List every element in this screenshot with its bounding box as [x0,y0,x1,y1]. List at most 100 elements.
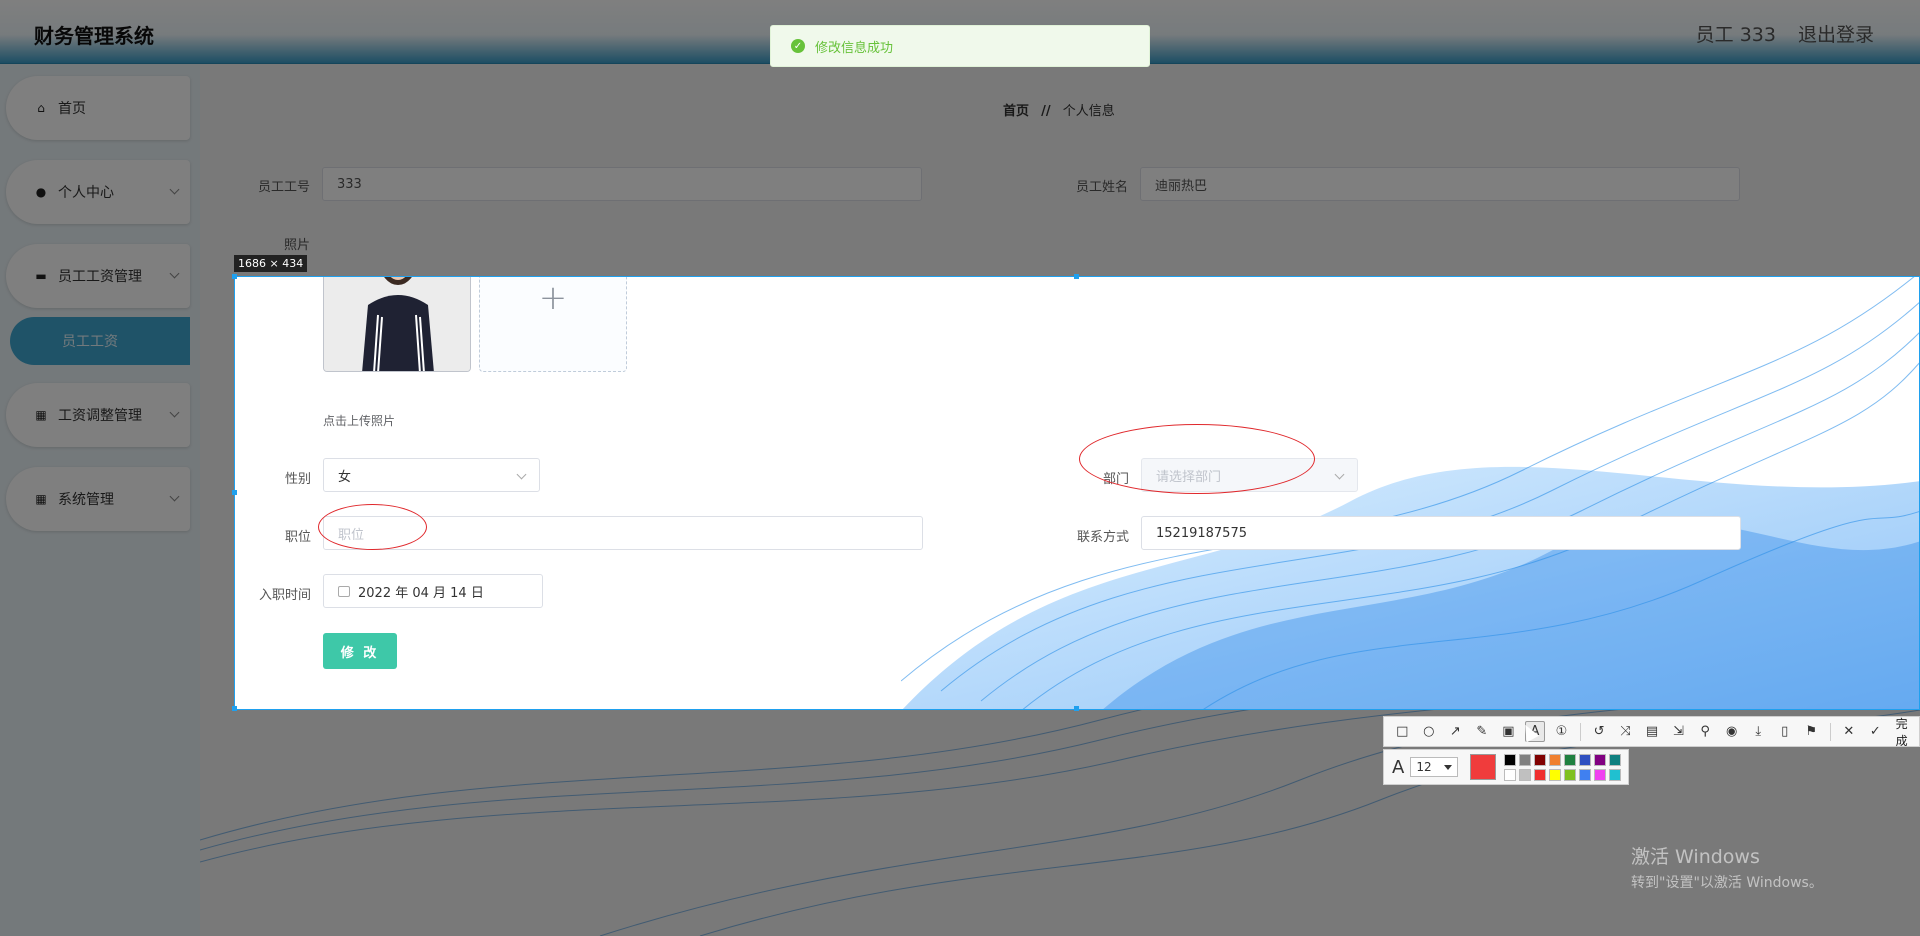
resize-handle-top[interactable] [1074,274,1079,279]
color-swatch[interactable] [1549,753,1562,766]
color-swatch[interactable] [1609,768,1622,781]
save-icon[interactable]: ⤓ [1748,721,1769,742]
chevron-down-icon [169,491,180,502]
sidebar-item-personal-center[interactable]: ● 个人中心 [6,160,190,224]
gender-select[interactable]: 女 [323,458,540,492]
employee-photo[interactable]: ✓ [323,277,471,372]
chevron-down-icon [516,469,527,480]
ellipse-tool-icon[interactable]: ○ [1419,721,1440,742]
watermark-title: 激活 Windows [1631,846,1760,868]
annotation-toolbar: □ ○ ↗ ✎ ▣ A ① ↺ ⤨ ▤ ⇲ ⚲ ◉ ⤓ ▯ ⚑ ✕ ✓ 完成 [1383,715,1920,749]
gender-value: 女 [338,469,352,485]
color-swatch[interactable] [1504,768,1517,781]
hire-date-value: 2022 年 04 月 14 日 [358,585,484,601]
modify-button[interactable]: 修 改 [323,633,397,669]
success-check-icon: ✓ [791,39,805,53]
done-button[interactable]: 完成 [1896,715,1919,749]
logout-link[interactable]: 退出登录 [1798,20,1874,47]
user-label: 员工 333 [1695,24,1776,46]
font-icon: A [1392,756,1405,778]
color-swatch[interactable] [1579,768,1592,781]
toast-message: 修改信息成功 [815,40,894,56]
current-color-swatch[interactable] [1470,754,1497,780]
chevron-down-icon [1334,469,1345,480]
resize-handle-bottom-left[interactable] [232,706,237,711]
photo-label: 照片 [283,238,310,253]
color-swatch[interactable] [1534,753,1547,766]
upload-hint: 点击上传照片 [323,414,396,428]
employee-no-input[interactable]: 333 [322,167,922,201]
watermark-subtitle: 转到"设置"以激活 Windows。 [1631,875,1823,891]
close-icon[interactable]: ✕ [1839,721,1860,742]
pin-icon[interactable]: ⚲ [1695,721,1716,742]
color-swatch[interactable] [1579,753,1592,766]
user-icon: ● [35,185,47,199]
success-toast: ✓ 修改信息成功 [770,25,1150,67]
toolbar-divider [1579,722,1581,741]
sidebar: ⌂ 首页 ● 个人中心 ▬ 员工工资管理 员工工资 ▦ 工资调整管理 ▦ 系统管… [0,64,200,936]
scroll-capture-icon[interactable]: ⇲ [1668,721,1689,742]
sidebar-item-salary-adjust[interactable]: ▦ 工资调整管理 [6,383,190,447]
selection-content: ✓ + 点击上传照片 性别 女 部门 请选择部门 职位 职位 联系方式 1521… [235,277,1919,709]
mosaic-tool-icon[interactable]: ▣ [1498,721,1519,742]
number-tool-icon[interactable]: ① [1551,721,1572,742]
app-title: 财务管理系统 [34,24,154,48]
sidebar-item-salary-management[interactable]: ▬ 员工工资管理 [6,244,190,308]
color-swatch[interactable] [1549,768,1562,781]
hire-date-picker[interactable]: 2022 年 04 月 14 日 [323,574,543,608]
font-size-select[interactable]: 12 [1410,757,1459,777]
bookmark-icon[interactable]: ⚑ [1801,721,1822,742]
chevron-down-icon [169,184,180,195]
sidebar-item-home[interactable]: ⌂ 首页 [6,76,190,140]
color-swatch[interactable] [1564,753,1577,766]
color-swatch[interactable] [1564,768,1577,781]
header-user-area: 员工 333 退出登录 [1696,20,1874,47]
toolbar-divider [1829,722,1831,741]
chevron-down-icon [169,407,180,418]
color-swatch[interactable] [1534,768,1547,781]
resize-handle-bottom[interactable] [1074,706,1079,711]
breadcrumb-separator: // [1041,104,1051,119]
arrow-tool-icon[interactable]: ↗ [1445,721,1466,742]
dropdown-arrow-icon [1444,765,1453,770]
color-swatch[interactable] [1609,753,1622,766]
copy-icon[interactable]: ▯ [1774,721,1795,742]
sidebar-item-label: 系统管理 [58,492,114,508]
font-size-value: 12 [1416,760,1432,774]
color-swatch[interactable] [1519,768,1532,781]
check-icon[interactable]: ✓ [1865,721,1886,742]
capture-selection[interactable]: ✓ + 点击上传照片 性别 女 部门 请选择部门 职位 职位 联系方式 1521… [234,276,1920,710]
contact-label: 联系方式 [1076,530,1129,545]
record-icon[interactable]: ◉ [1721,721,1742,742]
windows-activation-watermark: 激活 Windows 转到"设置"以激活 Windows。 [1631,842,1823,892]
color-swatch[interactable] [1519,753,1532,766]
employee-no-label: 员工工号 [257,180,310,195]
breadcrumb-home[interactable]: 首页 [1003,104,1029,119]
selection-waves [901,277,1919,709]
sidebar-subitem-salary[interactable]: 员工工资 [10,317,190,365]
rectangle-tool-icon[interactable]: □ [1392,721,1413,742]
capture-size-label: 1686 × 434 [234,255,308,272]
home-icon: ⌂ [37,101,45,115]
undo-icon[interactable]: ↺ [1589,721,1610,742]
person-photo-image [324,277,470,371]
breadcrumb-current: 个人信息 [1062,104,1115,119]
color-swatch[interactable] [1504,753,1517,766]
breadcrumb: 首页 // 个人信息 [1003,100,1115,119]
grid-icon: ▦ [35,408,47,422]
resize-handle-top-left[interactable] [232,274,237,279]
color-swatch[interactable] [1594,753,1607,766]
upload-photo-button[interactable]: + [479,277,627,372]
color-swatches [1504,753,1622,781]
plus-icon: + [538,278,568,318]
pen-tool-icon[interactable]: ✎ [1472,721,1493,742]
redo-icon[interactable]: ⤨ [1615,721,1636,742]
sidebar-item-label: 首页 [58,101,86,117]
ocr-icon[interactable]: ▤ [1642,721,1663,742]
resize-handle-left[interactable] [232,490,237,495]
contact-input[interactable]: 15219187575 [1141,516,1741,550]
color-swatch[interactable] [1594,768,1607,781]
sidebar-item-label: 工资调整管理 [58,408,142,424]
sidebar-item-system[interactable]: ▦ 系统管理 [6,467,190,531]
employee-name-input[interactable]: 迪丽热巴 [1140,167,1740,201]
